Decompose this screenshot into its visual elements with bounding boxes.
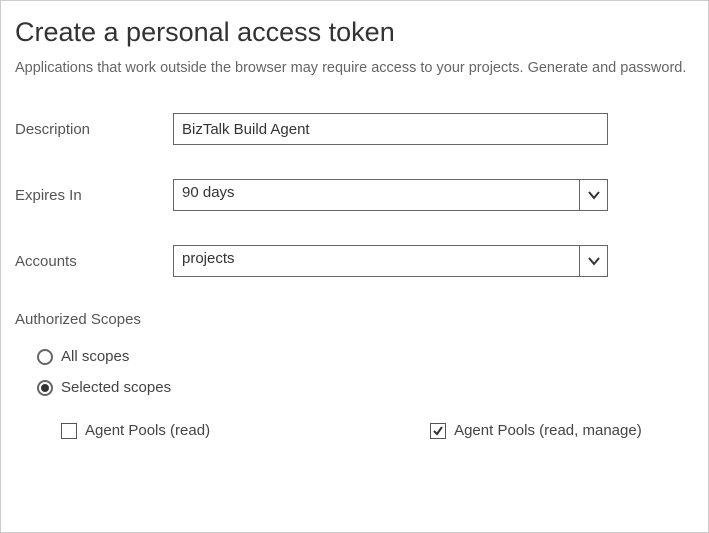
all-scopes-radio[interactable]: All scopes [37,348,694,365]
page-title: Create a personal access token [15,17,694,48]
description-input[interactable] [173,113,608,145]
selected-scopes-radio[interactable]: Selected scopes [37,379,694,396]
accounts-label: Accounts [15,253,173,270]
expires-row: Expires In 90 days [15,179,694,211]
expires-label: Expires In [15,187,173,204]
agent-pools-read-manage-checkbox[interactable]: Agent Pools (read, manage) [430,422,642,439]
page-subtitle: Applications that work outside the brows… [15,58,694,79]
checkbox-icon [430,423,446,439]
selected-scopes-label: Selected scopes [61,379,171,396]
description-label: Description [15,121,173,138]
checkbox-icon [61,423,77,439]
all-scopes-label: All scopes [61,348,129,365]
agent-pools-read-label: Agent Pools (read) [85,422,210,439]
agent-pools-read-manage-label: Agent Pools (read, manage) [454,422,642,439]
description-row: Description [15,113,694,145]
accounts-select[interactable]: projects [173,245,608,277]
agent-pools-read-checkbox[interactable]: Agent Pools (read) [61,422,210,439]
radio-icon [37,349,53,365]
accounts-row: Accounts projects [15,245,694,277]
expires-select[interactable]: 90 days [173,179,608,211]
radio-icon [37,380,53,396]
authorized-scopes-header: Authorized Scopes [15,311,694,328]
